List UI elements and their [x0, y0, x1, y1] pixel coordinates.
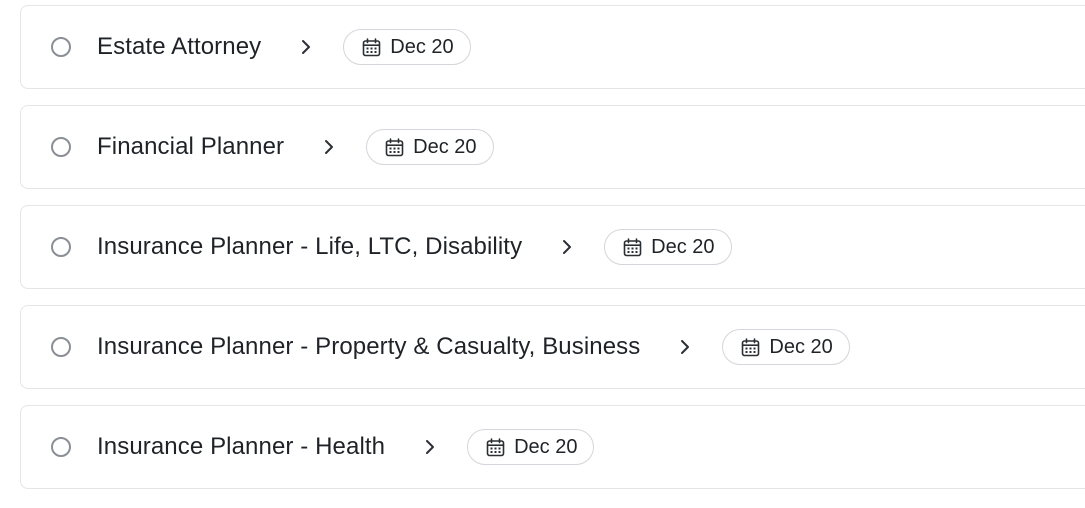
- calendar-icon: [385, 137, 404, 157]
- calendar-icon: [486, 437, 505, 457]
- task-row[interactable]: Financial Planner Dec 20: [20, 105, 1085, 189]
- due-date-chip[interactable]: Dec 20: [604, 229, 732, 265]
- circle-checkbox-icon[interactable]: [51, 37, 71, 57]
- task-title: Insurance Planner - Property & Casualty,…: [97, 333, 641, 360]
- circle-checkbox-icon[interactable]: [51, 137, 71, 157]
- task-row[interactable]: Insurance Planner - Health Dec 20: [20, 405, 1085, 489]
- task-row[interactable]: Insurance Planner - Life, LTC, Disabilit…: [20, 205, 1085, 289]
- chevron-right-icon[interactable]: [297, 38, 315, 56]
- circle-checkbox-icon[interactable]: [51, 237, 71, 257]
- due-date-chip[interactable]: Dec 20: [722, 329, 850, 365]
- task-row[interactable]: Insurance Planner - Property & Casualty,…: [20, 305, 1085, 389]
- due-date-chip[interactable]: Dec 20: [467, 429, 595, 465]
- due-date-chip[interactable]: Dec 20: [366, 129, 494, 165]
- due-date-label: Dec 20: [769, 335, 833, 358]
- due-date-label: Dec 20: [390, 35, 454, 58]
- chevron-right-icon[interactable]: [320, 138, 338, 156]
- task-list: Estate Attorney Dec 20 Financial Planner…: [0, 0, 1085, 508]
- chevron-right-icon[interactable]: [676, 338, 694, 356]
- chevron-right-icon[interactable]: [558, 238, 576, 256]
- task-row[interactable]: Estate Attorney Dec 20: [20, 5, 1085, 89]
- task-title: Insurance Planner - Life, LTC, Disabilit…: [97, 233, 523, 260]
- calendar-icon: [362, 37, 381, 57]
- task-title: Insurance Planner - Health: [97, 433, 386, 460]
- due-date-label: Dec 20: [514, 435, 578, 458]
- circle-checkbox-icon[interactable]: [51, 437, 71, 457]
- circle-checkbox-icon[interactable]: [51, 337, 71, 357]
- task-title: Financial Planner: [97, 133, 285, 160]
- calendar-icon: [741, 337, 760, 357]
- due-date-label: Dec 20: [413, 135, 477, 158]
- task-title: Estate Attorney: [97, 33, 262, 60]
- due-date-chip[interactable]: Dec 20: [343, 29, 471, 65]
- chevron-right-icon[interactable]: [421, 438, 439, 456]
- due-date-label: Dec 20: [651, 235, 715, 258]
- calendar-icon: [623, 237, 642, 257]
